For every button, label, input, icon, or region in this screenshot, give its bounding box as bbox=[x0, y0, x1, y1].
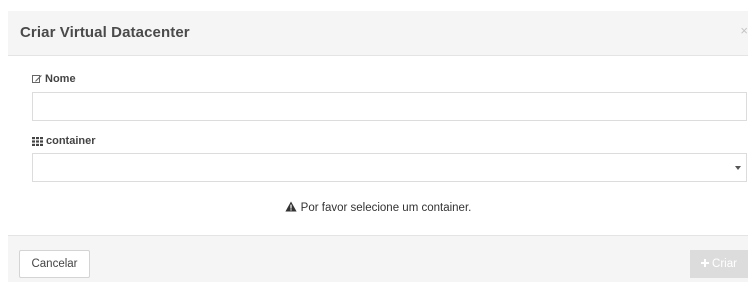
create-vdc-modal: Criar Virtual Datacenter × Nome containe… bbox=[8, 11, 748, 282]
warning-triangle-icon bbox=[285, 201, 297, 215]
container-warning: Por favor selecione um container. bbox=[8, 201, 748, 215]
modal-footer: Cancelar Criar bbox=[8, 235, 748, 282]
th-grid-icon bbox=[32, 136, 43, 146]
name-field-label: Nome bbox=[45, 73, 76, 85]
container-select[interactable] bbox=[32, 153, 747, 182]
container-field-label: container bbox=[46, 135, 96, 147]
container-field-label-row: container bbox=[32, 135, 96, 147]
cancel-button[interactable]: Cancelar bbox=[19, 250, 90, 278]
close-icon[interactable]: × bbox=[740, 23, 748, 39]
edit-icon bbox=[32, 74, 42, 84]
name-input[interactable] bbox=[32, 92, 747, 121]
warning-text: Por favor selecione um container. bbox=[300, 202, 472, 214]
name-field-label-row: Nome bbox=[32, 73, 76, 85]
create-button-label: Criar bbox=[712, 258, 737, 270]
chevron-down-icon bbox=[735, 166, 741, 170]
modal-header: Criar Virtual Datacenter × bbox=[8, 11, 748, 56]
modal-title: Criar Virtual Datacenter bbox=[20, 24, 190, 41]
plus-icon bbox=[701, 258, 710, 270]
create-button[interactable]: Criar bbox=[690, 250, 748, 278]
